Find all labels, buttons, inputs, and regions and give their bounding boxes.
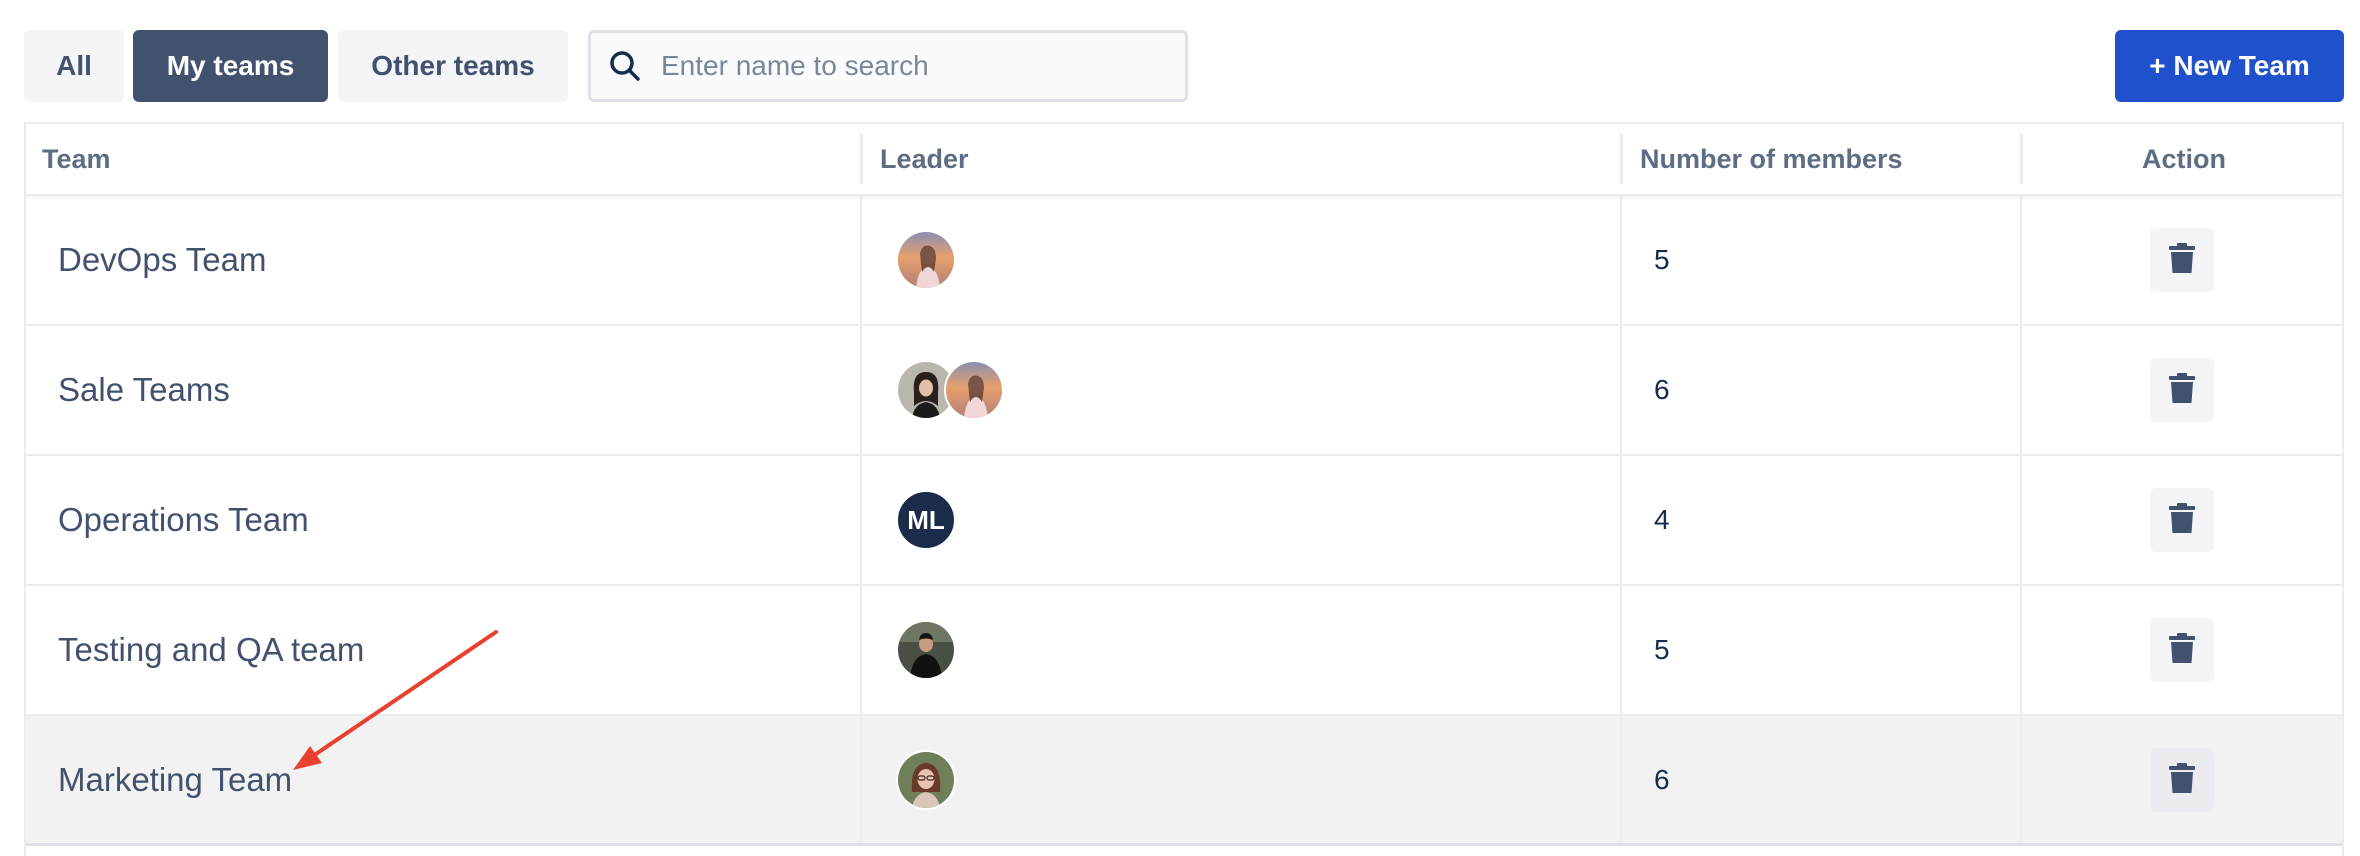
column-header-members: Number of members xyxy=(1640,143,1903,174)
trash-icon xyxy=(2169,502,2195,538)
teams-table: Team Leader Number of members Action Dev… xyxy=(24,122,2344,856)
delete-team-button[interactable] xyxy=(2150,228,2214,292)
team-name[interactable]: DevOps Team xyxy=(58,196,266,324)
delete-team-button[interactable] xyxy=(2150,488,2214,552)
table-header: Team Leader Number of members Action xyxy=(26,124,2342,196)
table-row[interactable]: Operations Team ML 4 xyxy=(26,456,2342,586)
delete-team-button[interactable] xyxy=(2150,618,2214,682)
column-divider xyxy=(2020,716,2022,843)
avatar[interactable] xyxy=(896,230,956,290)
column-divider xyxy=(2020,456,2022,584)
table-row[interactable]: DevOps Team 5 xyxy=(26,196,2342,326)
trash-icon xyxy=(2169,632,2195,668)
member-count: 5 xyxy=(1654,634,1670,665)
member-count: 6 xyxy=(1654,764,1670,795)
column-divider xyxy=(860,196,862,324)
column-divider xyxy=(860,456,862,584)
filter-my-teams-button[interactable]: My teams xyxy=(133,30,328,102)
member-count: 6 xyxy=(1654,374,1670,405)
column-divider xyxy=(1620,134,1623,184)
avatar[interactable] xyxy=(944,360,1004,420)
leader-avatars: ML xyxy=(896,489,956,551)
delete-team-button[interactable] xyxy=(2150,358,2214,422)
search-box[interactable] xyxy=(588,30,1188,102)
avatar[interactable] xyxy=(896,750,956,810)
column-divider xyxy=(2020,586,2022,714)
table-row[interactable]: Testing and QA team 5 xyxy=(26,586,2342,716)
filter-all-button[interactable]: All xyxy=(24,30,124,102)
table-row[interactable]: Sale Teams 6 xyxy=(26,326,2342,456)
trash-icon xyxy=(2169,372,2195,408)
column-header-team: Team xyxy=(42,143,111,174)
column-divider xyxy=(860,134,863,184)
column-divider xyxy=(860,326,862,454)
leader-avatars xyxy=(896,229,956,291)
trash-icon xyxy=(2169,762,2195,798)
member-count: 5 xyxy=(1654,244,1670,275)
team-name[interactable]: Operations Team xyxy=(58,456,309,584)
column-divider xyxy=(1620,196,1622,324)
column-divider xyxy=(860,716,862,843)
search-input[interactable] xyxy=(659,49,1163,83)
leader-avatars xyxy=(896,619,956,681)
team-name[interactable]: Testing and QA team xyxy=(58,586,364,714)
team-name[interactable]: Marketing Team xyxy=(58,716,292,844)
delete-team-button[interactable] xyxy=(2150,748,2214,812)
avatar[interactable] xyxy=(896,620,956,680)
column-divider xyxy=(1620,326,1622,454)
column-divider xyxy=(1620,716,1622,843)
team-name[interactable]: Sale Teams xyxy=(58,326,230,454)
avatar-initials[interactable]: ML xyxy=(896,490,956,550)
leader-avatars xyxy=(896,749,956,811)
column-header-leader: Leader xyxy=(880,143,969,174)
member-count: 4 xyxy=(1654,504,1670,535)
table-row[interactable]: Marketing Team 6 xyxy=(26,716,2342,846)
column-divider xyxy=(1620,586,1622,714)
column-divider xyxy=(2020,134,2023,184)
column-divider xyxy=(2020,326,2022,454)
column-divider xyxy=(2020,196,2022,324)
column-divider xyxy=(860,586,862,714)
filter-other-teams-button[interactable]: Other teams xyxy=(338,30,568,102)
leader-avatars xyxy=(896,359,1004,421)
search-icon xyxy=(607,48,643,84)
column-divider xyxy=(1620,456,1622,584)
column-header-action: Action xyxy=(2142,143,2226,174)
trash-icon xyxy=(2169,242,2195,278)
toolbar: All My teams Other teams + New Team xyxy=(24,30,2344,102)
teams-page: All My teams Other teams + New Team Team… xyxy=(0,0,2360,856)
new-team-button[interactable]: + New Team xyxy=(2115,30,2344,102)
